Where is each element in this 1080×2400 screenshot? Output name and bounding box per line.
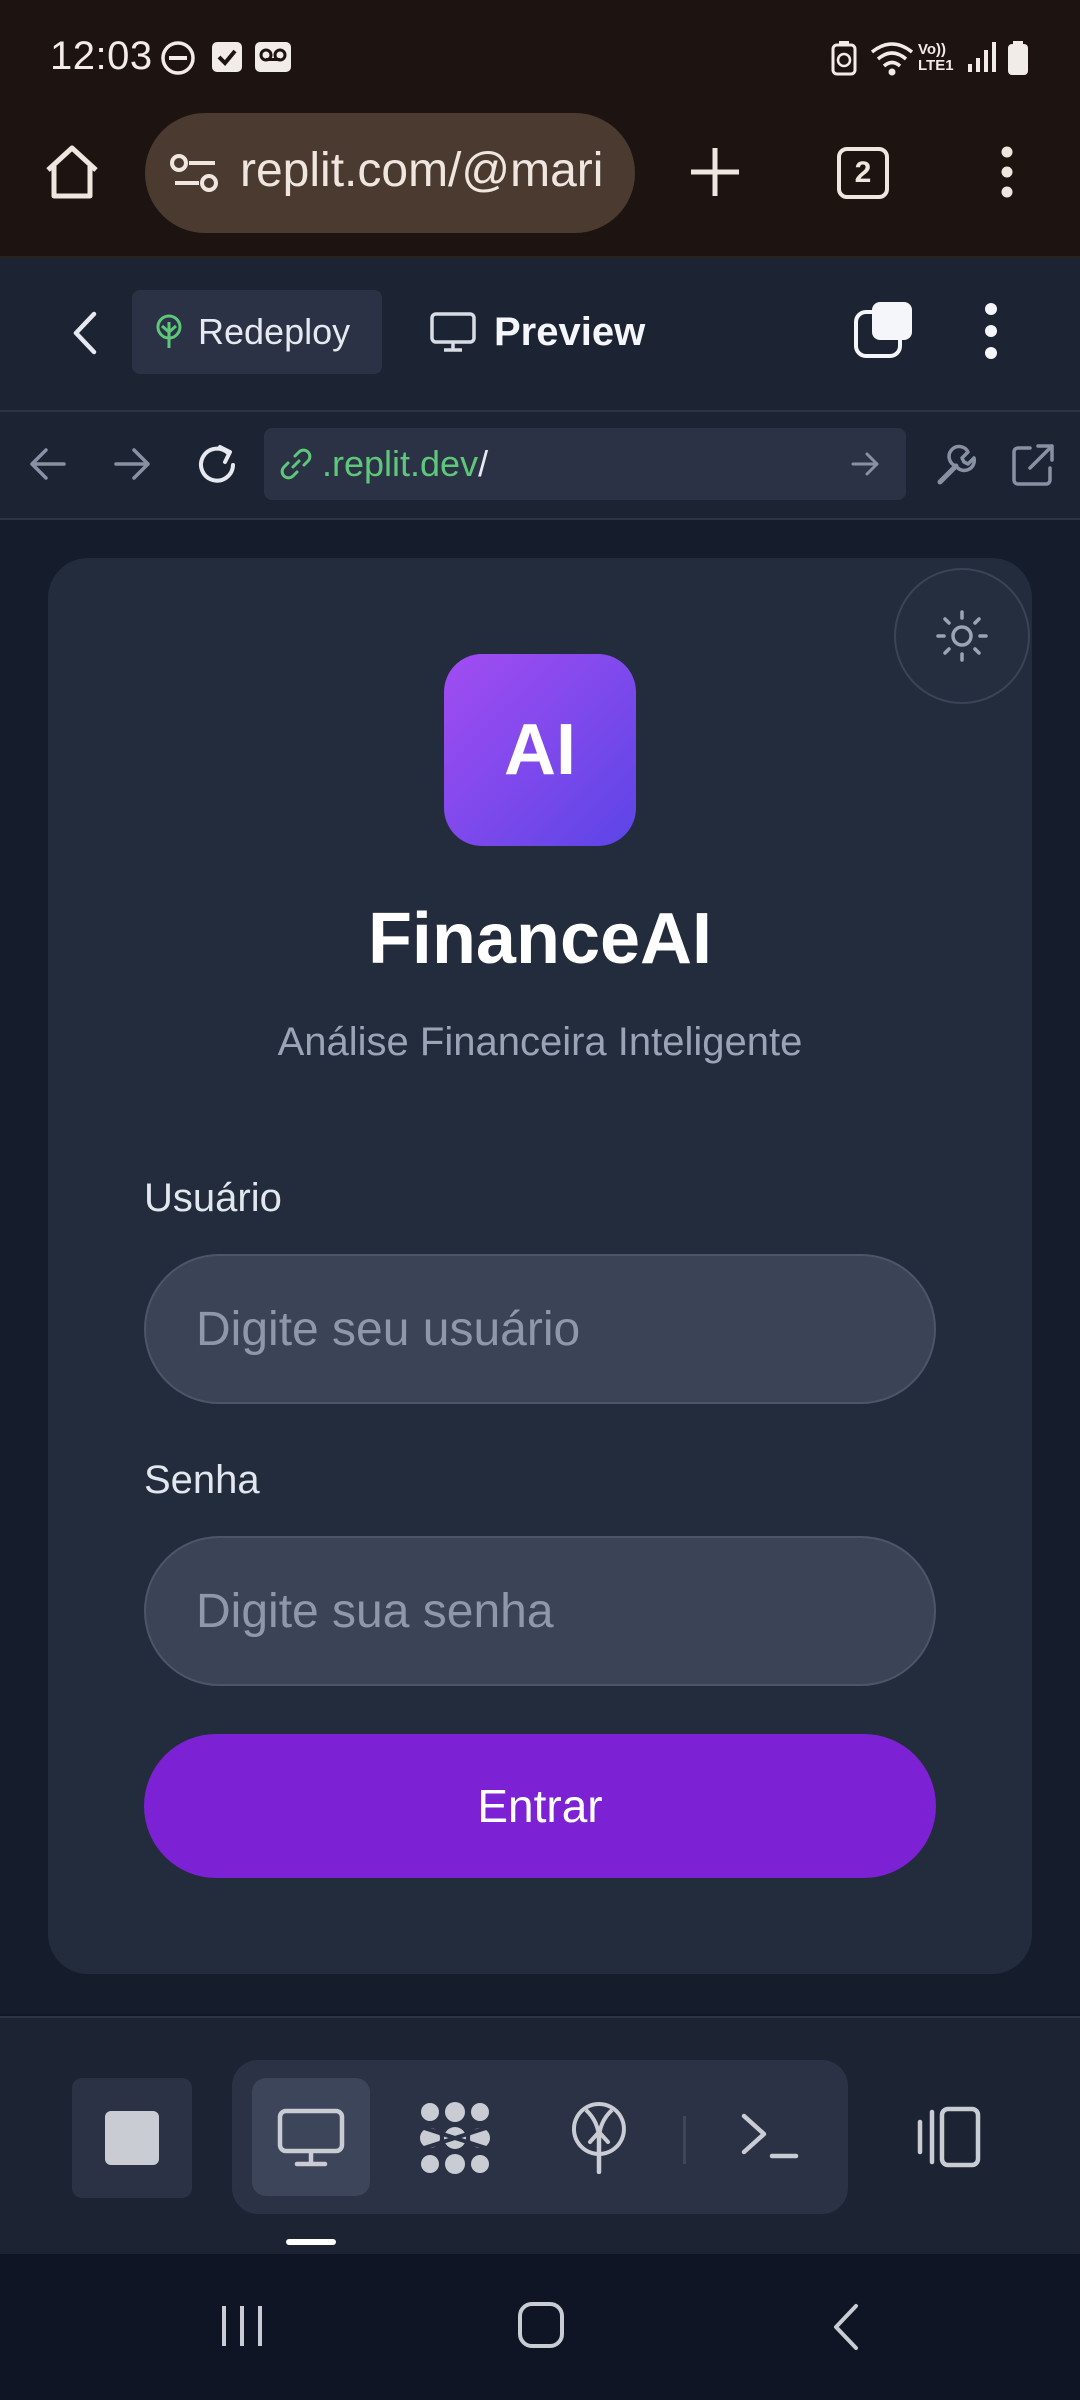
theme-toggle-button[interactable] xyxy=(894,568,1030,704)
password-label: Senha xyxy=(144,1458,260,1502)
home-icon[interactable] xyxy=(42,142,102,202)
active-tab-indicator xyxy=(286,2239,336,2245)
home-button-icon[interactable] xyxy=(516,2300,566,2350)
monitor-icon xyxy=(430,312,476,352)
stop-button[interactable] xyxy=(72,2078,192,2198)
signal-icon xyxy=(968,42,996,72)
site-settings-icon[interactable] xyxy=(169,153,221,193)
checkbox-icon xyxy=(212,42,242,72)
volte-icon: Vo)) LTE1 xyxy=(918,41,954,74)
devtools-wrench-icon[interactable] xyxy=(932,442,978,488)
username-label: Usuário xyxy=(144,1176,282,1220)
preview-forward-icon[interactable] xyxy=(112,446,152,482)
address-bar[interactable]: replit.com/@mari xyxy=(145,113,635,233)
layout-icon[interactable] xyxy=(912,2106,982,2168)
app-logo: AI xyxy=(444,654,636,846)
browser-menu-icon[interactable] xyxy=(996,146,1018,198)
password-input[interactable] xyxy=(144,1536,936,1686)
monitor-icon xyxy=(277,2108,345,2167)
agent-icon[interactable] xyxy=(418,2102,492,2174)
reload-icon[interactable] xyxy=(194,442,240,488)
go-arrow-icon[interactable] xyxy=(850,450,880,478)
dock-divider xyxy=(683,2116,686,2164)
battery-saver-icon xyxy=(831,41,857,76)
battery-icon xyxy=(1008,41,1028,75)
stop-icon xyxy=(105,2111,159,2165)
status-time: 12:03 xyxy=(50,34,153,78)
redeploy-button[interactable]: Redeploy xyxy=(132,290,382,374)
new-tab-icon[interactable] xyxy=(688,145,742,199)
preview-url-bar[interactable]: .replit.dev / xyxy=(264,428,906,500)
wifi-icon xyxy=(870,42,914,76)
deploy-tree-icon xyxy=(156,314,182,348)
login-submit-button[interactable]: Entrar xyxy=(144,1734,936,1878)
app-title: FinanceAI xyxy=(367,899,713,979)
preview-back-icon[interactable] xyxy=(28,446,68,482)
app-subtitle: Análise Financeira Inteligente xyxy=(277,1020,803,1064)
app-logo-text: AI xyxy=(504,710,576,790)
preview-url-domain: .replit.dev xyxy=(322,443,479,484)
system-back-icon[interactable] xyxy=(828,2302,864,2352)
open-external-icon[interactable] xyxy=(1010,442,1056,488)
voicemail-icon xyxy=(255,42,291,72)
username-input[interactable] xyxy=(144,1254,936,1404)
tab-switcher-button[interactable]: 2 xyxy=(837,147,889,199)
recent-apps-icon[interactable] xyxy=(218,2302,266,2350)
tab-preview[interactable]: Preview xyxy=(430,296,645,368)
link-icon xyxy=(280,448,312,480)
preview-label: Preview xyxy=(494,309,646,354)
address-bar-url[interactable]: replit.com/@mari xyxy=(240,143,620,198)
replit-menu-icon[interactable] xyxy=(980,302,1002,360)
panes-icon[interactable] xyxy=(852,300,914,362)
redeploy-label: Redeploy xyxy=(198,311,351,352)
preview-url-path: / xyxy=(478,443,489,484)
back-icon[interactable] xyxy=(68,310,102,356)
deploy-icon[interactable] xyxy=(570,2100,628,2174)
do-not-disturb-icon xyxy=(161,41,195,75)
sun-icon xyxy=(936,610,988,662)
shell-icon[interactable] xyxy=(740,2110,800,2162)
